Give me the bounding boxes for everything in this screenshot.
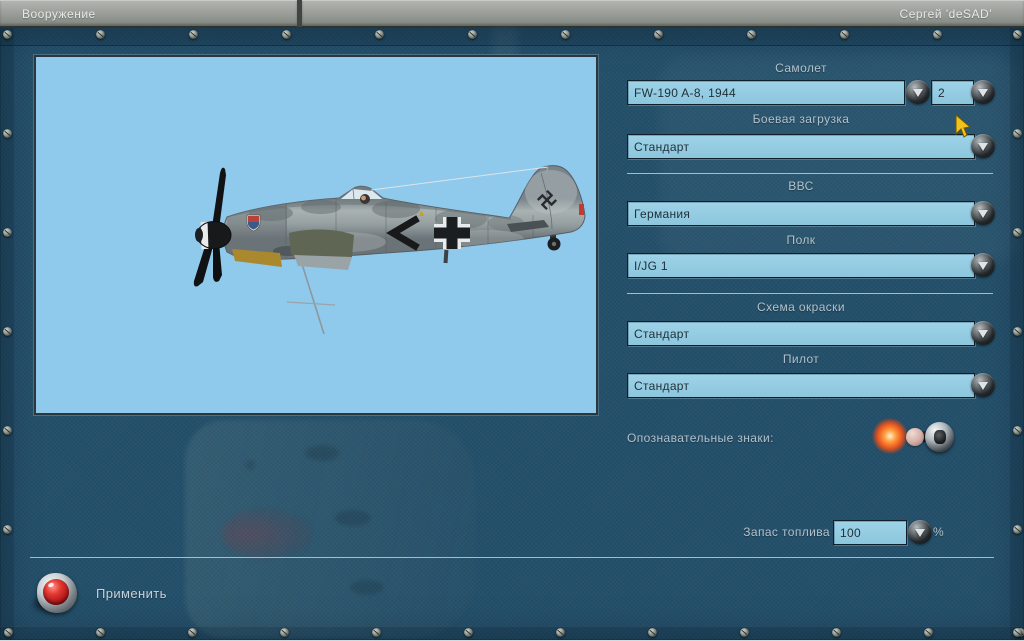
screw-icon [3,525,12,534]
loadout-select[interactable]: Стандарт [627,134,975,159]
aircraft-dropdown-button[interactable] [906,80,930,104]
screw-icon [96,628,105,637]
screw-icon [282,30,291,39]
chevron-down-icon [978,210,988,218]
section-divider [627,293,993,294]
aircraft-label: Самолет [775,61,827,75]
pilot-select[interactable]: Стандарт [627,373,975,398]
panel-frame-top [0,28,1024,46]
chevron-down-icon [915,529,925,537]
screw-icon [561,30,570,39]
pilot-dropdown-button[interactable] [971,373,995,397]
markings-toggle-knob [906,428,924,446]
screw-icon [840,30,849,39]
airforce-dropdown-button[interactable] [971,201,995,225]
chevron-down-icon [978,89,988,97]
pilot-label: Пилот [782,352,820,366]
player-tab: Сергей 'deSAD' [302,0,1024,27]
screw-icon [1013,628,1022,637]
paint-scheme-select[interactable]: Стандарт [627,321,975,346]
screw-icon [372,628,381,637]
fuel-dropdown-button[interactable] [908,520,932,544]
regiment-select[interactable]: I/JG 1 [627,253,975,278]
screw-icon [924,628,933,637]
screw-icon [3,426,12,435]
markings-label: Опознавательные знаки: [627,431,774,445]
screw-icon [280,628,289,637]
screw-icon [3,327,12,336]
screw-icon [375,30,384,39]
apply-button[interactable] [37,573,77,613]
screw-icon [832,628,841,637]
screw-icon [556,628,565,637]
screw-icon [468,30,477,39]
background-spinner-art [222,508,312,560]
aircraft-count-dropdown-button[interactable] [971,80,995,104]
screw-icon [3,129,12,138]
screw-icon [654,30,663,39]
footer-divider [30,557,994,558]
loadout-label: Боевая загрузка [752,112,850,126]
regiment-label: Полк [786,233,816,247]
toggle-socket [934,430,946,444]
screw-icon [1013,129,1022,138]
screw-icon [1013,426,1022,435]
aircraft-select[interactable]: FW-190 A-8, 1944 [627,80,905,105]
screw-icon [1013,327,1022,336]
screw-icon [189,30,198,39]
title-bar: Вооружение Сергей 'deSAD' [0,0,1024,27]
loadout-dropdown-button[interactable] [971,134,995,158]
chevron-down-icon [978,330,988,338]
apply-label: Применить [96,586,167,601]
screw-icon [1013,30,1022,39]
screen-tab-armament: Вооружение [0,0,297,27]
screw-icon [740,628,749,637]
fuel-label: Запас топлива [743,525,830,539]
player-name: Сергей 'deSAD' [899,7,992,21]
chevron-down-icon [913,89,923,97]
aircraft-count-select[interactable]: 2 [931,80,974,105]
screw-icon [96,30,105,39]
screw-icon [3,228,12,237]
aircraft-preview-image [193,165,586,335]
panel-frame-bottom [0,626,1024,641]
screw-icon [933,30,942,39]
fuel-unit: % [933,525,945,539]
markings-toggle[interactable] [925,422,954,452]
red-button-icon [43,579,69,605]
regiment-dropdown-button[interactable] [971,253,995,277]
screw-icon [188,628,197,637]
section-divider [627,173,993,174]
screw-icon [747,30,756,39]
aircraft-preview [34,55,598,415]
airforce-select[interactable]: Германия [627,201,975,226]
chevron-down-icon [978,382,988,390]
markings-indicator-light [872,418,908,454]
chevron-down-icon [978,143,988,151]
screw-icon [648,628,657,637]
paint-scheme-label: Схема окраски [757,300,845,314]
screw-icon [1013,228,1022,237]
screw-icon [4,628,13,637]
paint-scheme-dropdown-button[interactable] [971,321,995,345]
screw-icon [1013,525,1022,534]
fuel-input[interactable] [833,520,907,545]
chevron-down-icon [978,262,988,270]
screw-icon [464,628,473,637]
screw-icon [3,30,12,39]
screen-title: Вооружение [22,7,96,21]
airforce-label: ВВС [788,179,814,193]
